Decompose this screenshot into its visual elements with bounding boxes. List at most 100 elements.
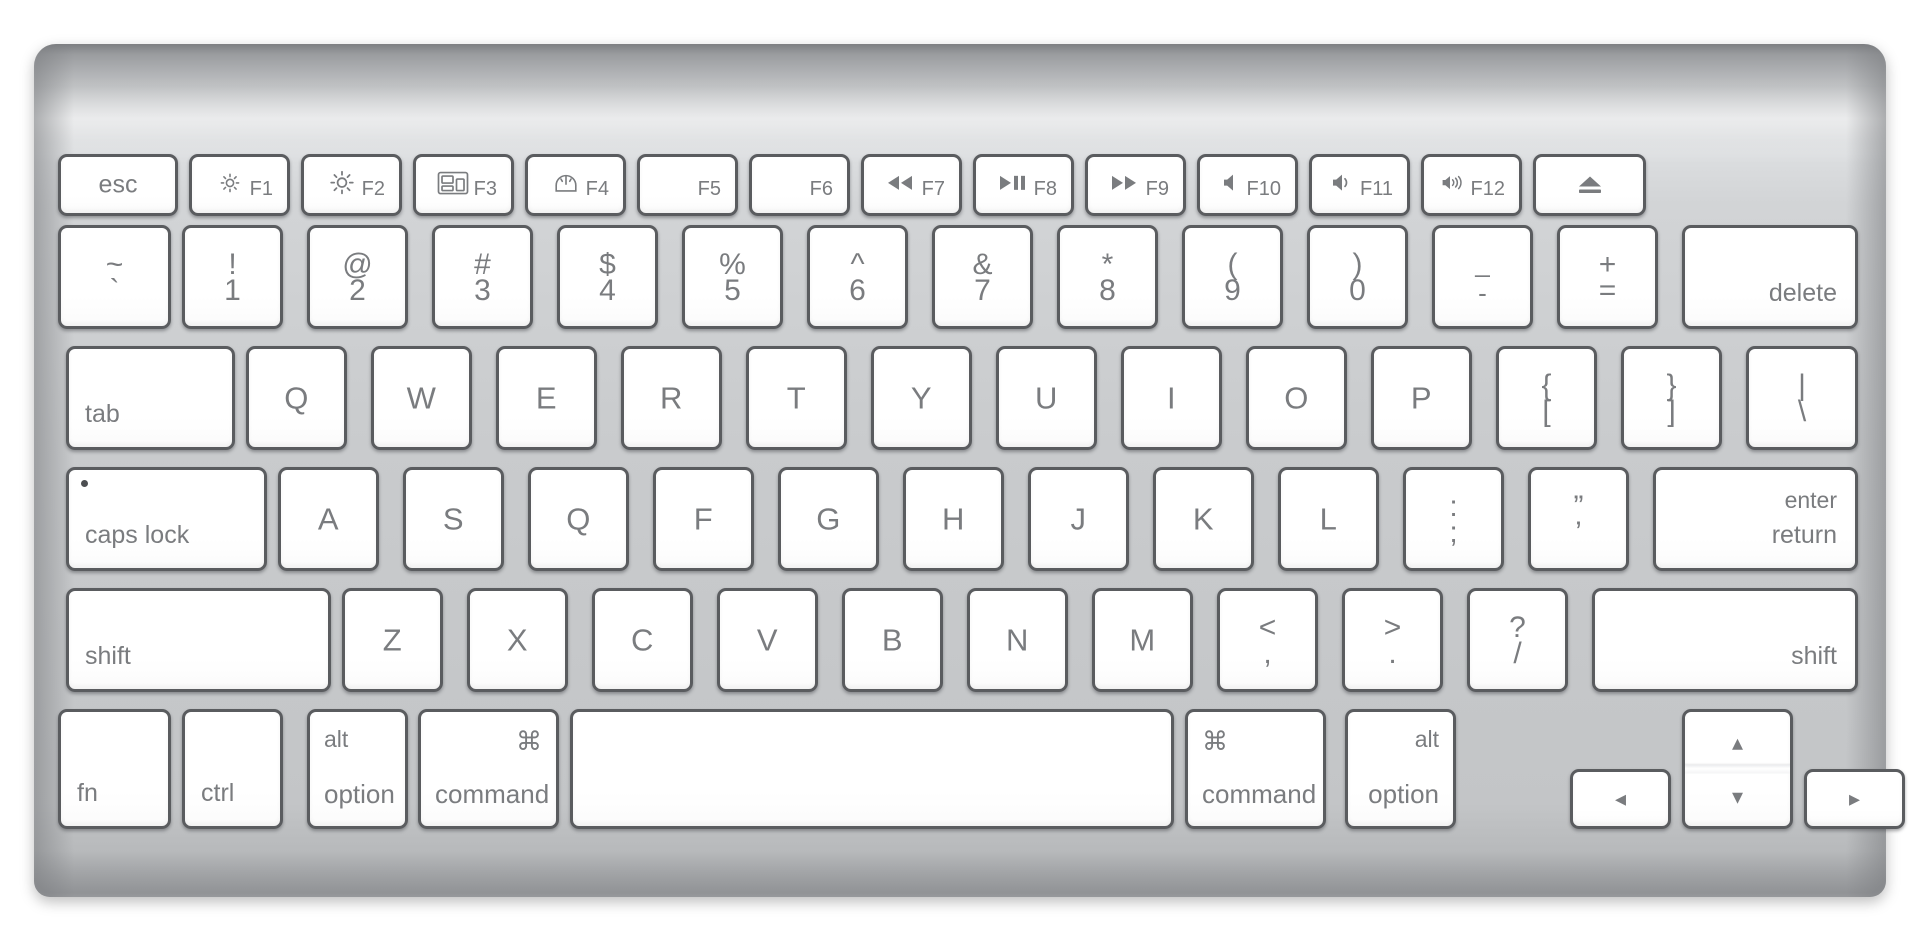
key-return[interactable]: enter return: [1653, 467, 1858, 571]
key-shift-right[interactable]: shift: [1592, 588, 1858, 692]
key-f9[interactable]: F9: [1085, 154, 1186, 216]
key-s[interactable]: S: [403, 467, 504, 571]
key-equal[interactable]: + =: [1557, 225, 1658, 329]
command-symbol-icon-right: ⌘: [1202, 726, 1228, 756]
key-f10[interactable]: F10: [1197, 154, 1298, 216]
key-x-label: X: [506, 622, 529, 658]
key-f-label: F: [693, 501, 714, 537]
key-y[interactable]: Y: [871, 346, 972, 450]
key-f12[interactable]: F12: [1421, 154, 1522, 216]
key-m-label: M: [1129, 622, 1156, 658]
key-5[interactable]: % 5: [682, 225, 783, 329]
key-f6[interactable]: F6: [749, 154, 850, 216]
key-i[interactable]: I: [1121, 346, 1222, 450]
key-ctrl[interactable]: ctrl: [182, 709, 283, 829]
key-v[interactable]: V: [717, 588, 818, 692]
key-f4[interactable]: F4: [525, 154, 626, 216]
key-m[interactable]: M: [1092, 588, 1193, 692]
key-semicolon[interactable]: : ;: [1403, 467, 1504, 571]
key-f[interactable]: F: [653, 467, 754, 571]
key-arrow-left[interactable]: ◂: [1570, 769, 1671, 829]
key-k[interactable]: K: [1153, 467, 1254, 571]
key-bracket-right[interactable]: } ]: [1621, 346, 1722, 450]
key-q-home-label: Q: [566, 501, 591, 537]
key-1[interactable]: ! 1: [182, 225, 283, 329]
chassis-top-highlight: [34, 44, 1886, 164]
brightness-down-icon: [217, 170, 243, 196]
key-g[interactable]: G: [778, 467, 879, 571]
arrow-left-icon: ◂: [1614, 786, 1627, 811]
key-c[interactable]: C: [592, 588, 693, 692]
key-n[interactable]: N: [967, 588, 1068, 692]
key-command-left[interactable]: ⌘ command: [418, 709, 559, 829]
arrow-up-icon[interactable]: ▴: [1685, 730, 1790, 756]
key-a[interactable]: A: [278, 467, 379, 571]
key-b[interactable]: B: [842, 588, 943, 692]
key-option-left[interactable]: alt option: [307, 709, 408, 829]
key-space[interactable]: [570, 709, 1174, 829]
key-comma[interactable]: < ,: [1217, 588, 1318, 692]
key-4[interactable]: $ 4: [557, 225, 658, 329]
key-l[interactable]: L: [1278, 467, 1379, 571]
key-j[interactable]: J: [1028, 467, 1129, 571]
key-o-label: O: [1284, 380, 1309, 416]
key-c-label: C: [631, 622, 654, 658]
key-q-home[interactable]: Q: [528, 467, 629, 571]
key-x[interactable]: X: [467, 588, 568, 692]
key-9[interactable]: ( 9: [1182, 225, 1283, 329]
key-command-left-label: command: [435, 779, 550, 809]
key-6[interactable]: ^ 6: [807, 225, 908, 329]
key-u[interactable]: U: [996, 346, 1097, 450]
key-3[interactable]: # 3: [432, 225, 533, 329]
key-7[interactable]: & 7: [932, 225, 1033, 329]
key-eject[interactable]: [1533, 154, 1646, 216]
key-arrow-right[interactable]: ▸: [1804, 769, 1905, 829]
key-e[interactable]: E: [496, 346, 597, 450]
key-f11[interactable]: F11: [1309, 154, 1410, 216]
key-s-label: S: [442, 501, 465, 537]
key-bracket-right-base: ]: [1667, 395, 1676, 428]
key-shift-left[interactable]: shift: [66, 588, 331, 692]
arrow-down-icon[interactable]: ▾: [1685, 784, 1790, 810]
key-r[interactable]: R: [621, 346, 722, 450]
key-z[interactable]: Z: [342, 588, 443, 692]
key-period[interactable]: > .: [1342, 588, 1443, 692]
key-option-right[interactable]: alt option: [1345, 709, 1456, 829]
key-2[interactable]: @ 2: [307, 225, 408, 329]
key-8[interactable]: * 8: [1057, 225, 1158, 329]
key-f7[interactable]: F7: [861, 154, 962, 216]
key-f8[interactable]: F8: [973, 154, 1074, 216]
key-bracket-left[interactable]: { [: [1496, 346, 1597, 450]
key-f3[interactable]: F3: [413, 154, 514, 216]
key-minus[interactable]: _ -: [1432, 225, 1533, 329]
key-k-label: K: [1192, 501, 1215, 537]
key-backslash[interactable]: | \: [1746, 346, 1858, 450]
key-p[interactable]: P: [1371, 346, 1472, 450]
key-t[interactable]: T: [746, 346, 847, 450]
key-f8-fkey: F8: [1033, 178, 1057, 200]
key-esc[interactable]: esc: [58, 154, 178, 216]
key-f3-fkey: F3: [473, 178, 497, 200]
key-h[interactable]: H: [903, 467, 1004, 571]
key-tab[interactable]: tab: [66, 346, 235, 450]
key-delete[interactable]: delete: [1682, 225, 1858, 329]
brightness-up-icon: [327, 168, 357, 198]
key-quote[interactable]: ” ’: [1528, 467, 1629, 571]
key-f2[interactable]: F2: [301, 154, 402, 216]
key-f1[interactable]: F1: [189, 154, 290, 216]
key-f5[interactable]: F5: [637, 154, 738, 216]
key-slash[interactable]: ? /: [1467, 588, 1568, 692]
key-caps-lock[interactable]: caps lock: [66, 467, 267, 571]
key-command-right[interactable]: ⌘ command: [1185, 709, 1326, 829]
key-shift-right-label: shift: [1791, 642, 1837, 670]
key-fn[interactable]: fn: [58, 709, 171, 829]
key-q[interactable]: Q: [246, 346, 347, 450]
key-backtick[interactable]: ~ `: [58, 225, 171, 329]
chassis-bottom-edge: [34, 851, 1886, 897]
key-return-enter-label: enter: [1784, 487, 1837, 513]
key-w[interactable]: W: [371, 346, 472, 450]
key-o[interactable]: O: [1246, 346, 1347, 450]
key-u-label: U: [1035, 380, 1058, 416]
key-0[interactable]: ) 0: [1307, 225, 1408, 329]
play-pause-icon: [997, 174, 1027, 192]
